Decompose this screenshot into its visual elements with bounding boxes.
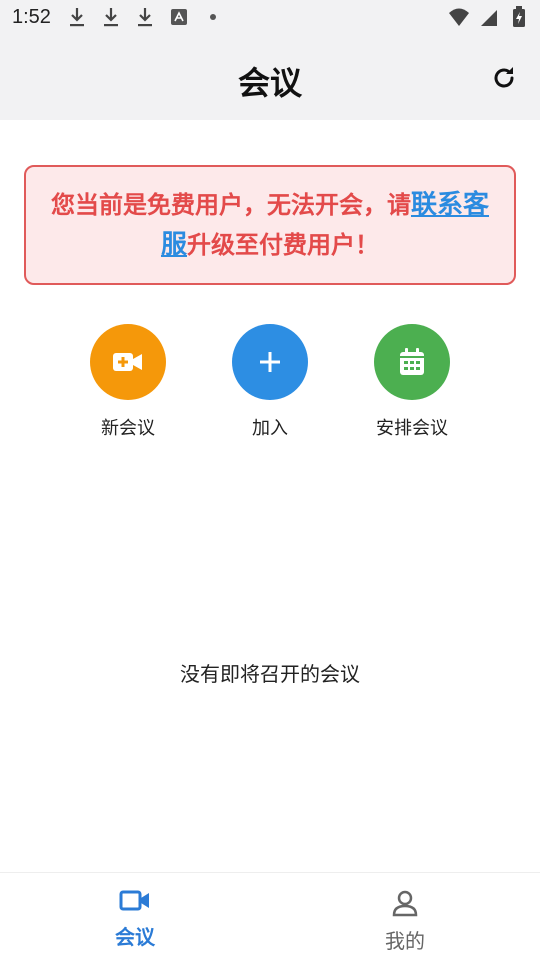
video-icon (119, 890, 149, 911)
dot-icon (202, 6, 224, 28)
font-app-icon (168, 6, 190, 28)
status-time: 1:52 (12, 6, 51, 28)
free-user-notice: 您当前是免费用户，无法开会，请联系客服升级至付费用户！ (24, 165, 516, 285)
nav-label-meetings: 会议 (115, 925, 155, 949)
notice-text: 您当前是免费用户，无法开会，请联系客服升级至付费用户！ (46, 185, 494, 265)
download-icon (134, 6, 156, 28)
schedule-meeting-button[interactable]: 安排会议 (352, 324, 472, 440)
nav-item-meetings[interactable]: 会议 (75, 889, 195, 950)
nav-item-profile[interactable]: 我的 (345, 889, 465, 954)
status-bar: 1:52 (0, 0, 540, 36)
video-plus-icon (113, 353, 142, 371)
app-header: 会议 (0, 36, 540, 120)
new-meeting-button[interactable]: 新会议 (68, 324, 188, 440)
notification-icons (66, 6, 224, 28)
new-meeting-label: 新会议 (101, 418, 155, 439)
join-meeting-button[interactable]: 加入 (210, 324, 330, 440)
nav-label-profile: 我的 (385, 929, 425, 953)
join-meeting-label: 加入 (252, 418, 288, 439)
new-meeting-circle[interactable] (90, 324, 166, 400)
battery-icon (508, 6, 530, 28)
notice-text-before: 您当前是免费用户，无法开会，请 (50, 191, 411, 219)
schedule-meeting-circle[interactable] (374, 324, 450, 400)
page-title: 会议 (237, 64, 302, 102)
calendar-icon (400, 348, 424, 375)
meeting-actions: 新会议 加入 安排会议 (0, 324, 540, 444)
wifi-icon (448, 6, 470, 28)
system-icons (448, 6, 530, 28)
schedule-meeting-label: 安排会议 (376, 418, 448, 439)
plus-icon (260, 352, 280, 372)
refresh-button[interactable] (488, 62, 520, 94)
refresh-icon (494, 67, 514, 88)
bottom-nav: 会议 我的 (0, 872, 540, 960)
person-icon (392, 890, 418, 917)
download-icon (66, 6, 88, 28)
notice-text-after: 升级至付费用户！ (187, 231, 379, 259)
download-icon (100, 6, 122, 28)
empty-state-text: 没有即将召开的会议 (180, 662, 360, 686)
join-meeting-circle[interactable] (232, 324, 308, 400)
signal-icon (478, 6, 500, 28)
